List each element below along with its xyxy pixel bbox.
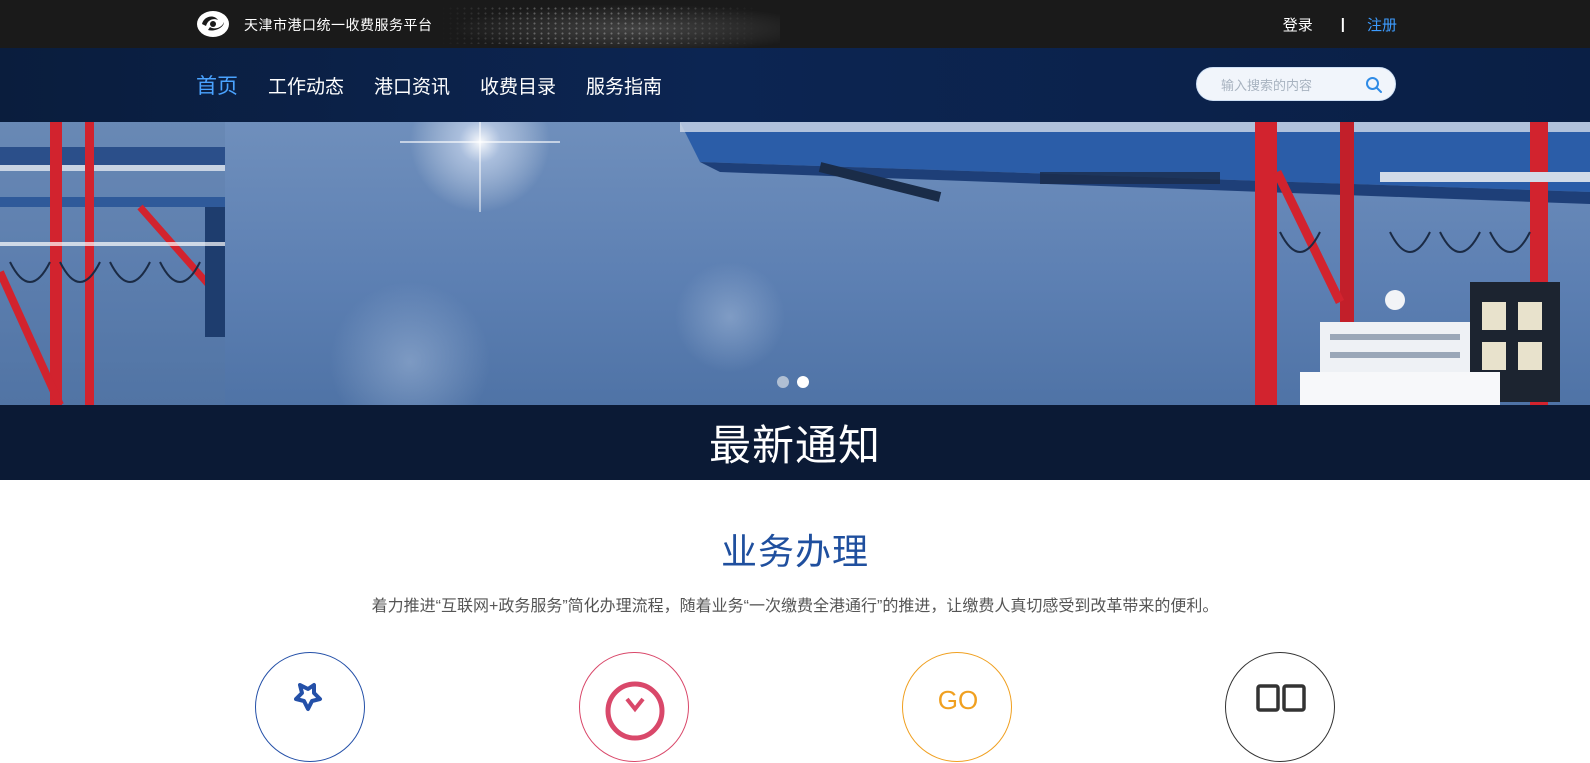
business-item-3[interactable]: GO [902, 652, 1012, 762]
register-link[interactable]: 注册 [1367, 14, 1397, 35]
nav-item-work-news[interactable]: 工作动态 [268, 72, 344, 99]
nav-item-fee-catalog[interactable]: 收费目录 [480, 72, 556, 99]
main-nav: 首页 工作动态 港口资讯 收费目录 服务指南 [196, 48, 692, 122]
search-input[interactable] [1219, 74, 1363, 96]
login-link[interactable]: 登录 [1283, 14, 1313, 35]
site-title: 天津市港口统一收费服务平台 [244, 17, 433, 33]
slider-dot-1[interactable] [777, 376, 789, 388]
search-icon[interactable] [1365, 76, 1383, 94]
yen-icon [605, 681, 665, 741]
search-box [1196, 67, 1396, 101]
nav-item-service-guide[interactable]: 服务指南 [586, 72, 662, 99]
auth-separator: | [1340, 15, 1345, 33]
business-item-4[interactable] [1225, 652, 1335, 762]
go-icon: GO [938, 685, 978, 715]
business-item-2[interactable] [579, 652, 689, 762]
latest-notice-bar: 最新通知 [0, 405, 1590, 480]
nav-item-port-info[interactable]: 港口资讯 [374, 72, 450, 99]
auth-links: 登录 | 注册 [1283, 14, 1397, 34]
banner-image [0, 122, 1590, 405]
port-logo-icon [197, 11, 229, 37]
grid-icon [1256, 684, 1306, 712]
business-title: 业务办理 [720, 531, 869, 572]
banner-slider-dots [777, 376, 817, 388]
go-icon-label: GO [938, 685, 978, 715]
top-bar: 天津市港口统一收费服务平台 登录 | 注册 [0, 0, 1590, 48]
nav-item-home[interactable]: 首页 [196, 70, 238, 100]
star-icon [294, 683, 322, 711]
business-description: 着力推进“互联网+政务服务”简化办理流程，随着业务“一次缴费全港通行”的推进，让… [371, 598, 1219, 615]
slider-dot-2[interactable] [797, 376, 809, 388]
notice-title[interactable]: 最新通知 [709, 412, 881, 473]
main-nav-bar: 首页 工作动态 港口资讯 收费目录 服务指南 [0, 48, 1590, 122]
business-item-1[interactable] [255, 652, 365, 762]
hero-banner [0, 122, 1590, 405]
decorative-dots [440, 6, 760, 44]
